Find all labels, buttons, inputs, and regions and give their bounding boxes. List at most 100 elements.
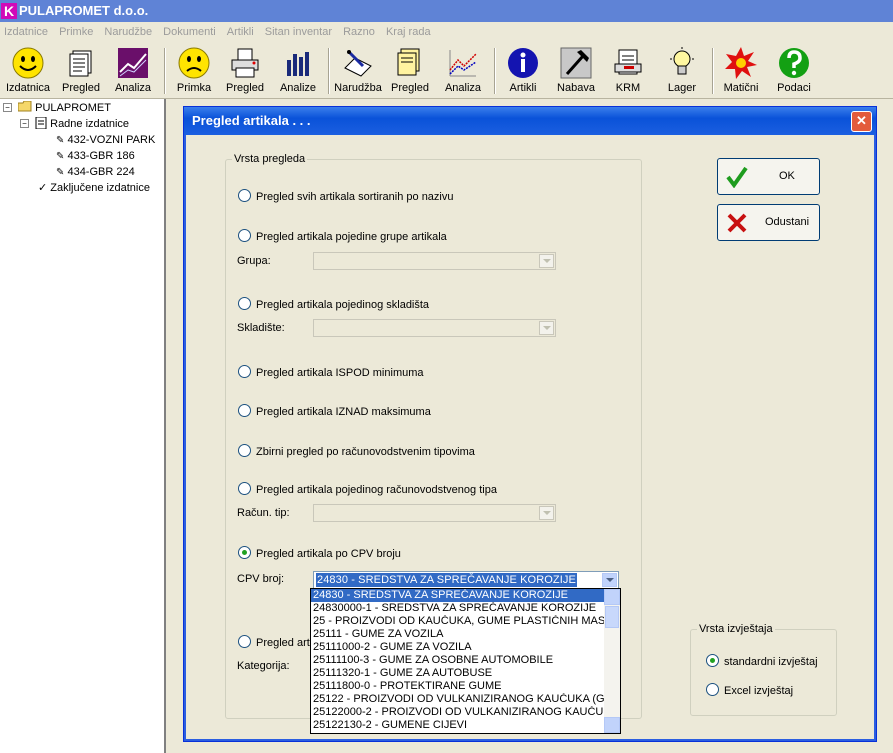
radio-icon[interactable] xyxy=(238,297,251,310)
list-item[interactable]: 25122000-2 - PROIZVODI OD VULKANIZIRANOG… xyxy=(311,706,605,719)
option-label: Pregled artik xyxy=(256,637,318,649)
primka-button[interactable]: Primka xyxy=(172,46,216,96)
nabava-button[interactable]: Nabava xyxy=(554,46,598,96)
tree-root-label: PULAPROMET xyxy=(35,102,111,114)
list-item[interactable]: 25122 - PROIZVODI OD VULKANIZIRANOG KAUČ… xyxy=(311,693,605,706)
nabava-label: Nabava xyxy=(557,82,595,94)
artikli-button[interactable]: Artikli xyxy=(502,46,544,96)
analiza-narudzba-button[interactable]: Analiza xyxy=(440,46,486,96)
narudzba-button[interactable]: Narudžba xyxy=(332,46,384,96)
toolbar-separator xyxy=(164,48,166,94)
radio-icon[interactable] xyxy=(238,635,251,648)
option-skladiste[interactable]: Pregled artikala pojedinog skladišta xyxy=(238,297,429,311)
option-kategorija[interactable]: Pregled artik xyxy=(238,635,318,649)
document-stack-icon xyxy=(69,50,92,77)
cancel-button[interactable]: Odustani xyxy=(717,204,820,241)
chevron-down-icon[interactable] xyxy=(539,254,554,268)
tree-panel: − PULAPROMET − Radne izdatnice ✎ 432-VOZ… xyxy=(0,99,166,753)
pregled-narudzba-button[interactable]: Pregled xyxy=(388,46,432,96)
option-racunovodstveni-tip[interactable]: Pregled artikala pojedinog računovodstve… xyxy=(238,482,497,496)
option-grupa-artikala[interactable]: Pregled artikala pojedine grupe artikala xyxy=(238,229,447,243)
skladiste-select[interactable] xyxy=(313,319,556,337)
option-ispod-minimuma[interactable]: Pregled artikala ISPOD minimuma xyxy=(238,365,424,379)
lager-label: Lager xyxy=(667,82,697,94)
cpv-broj-select[interactable]: 24830 - SREDSTVA ZA SPREČAVANJE KOROZIJE xyxy=(313,571,619,589)
dialog-titlebar[interactable]: Pregled artikala . . . ✕ xyxy=(184,107,876,135)
pregled-primka-button[interactable]: Pregled xyxy=(222,46,268,96)
lager-button[interactable]: Lager xyxy=(660,46,704,96)
list-item[interactable]: 25111 - GUME ZA VOZILA xyxy=(311,628,605,641)
tree-node-item[interactable]: ✎ 434-GBR 224 xyxy=(56,165,135,179)
krm-document-icon xyxy=(614,49,642,75)
radio-selected-icon[interactable] xyxy=(238,546,251,559)
checkmark-icon: ✓ xyxy=(38,182,48,194)
cpv-dropdown-list[interactable]: 24830 - SREDSTVA ZA SPREČAVANJE KOROZIJE… xyxy=(310,588,621,734)
option-label: Pregled artikala ISPOD minimuma xyxy=(256,367,424,379)
scroll-down-icon[interactable] xyxy=(604,717,620,733)
izdatnica-button[interactable]: Izdatnica xyxy=(2,46,54,96)
app-titlebar: K PULAPROMET d.o.o. xyxy=(0,0,893,22)
tree-collapse-icon[interactable]: − xyxy=(3,103,12,112)
option-label: Pregled artikala po CPV broju xyxy=(256,548,401,560)
ok-button[interactable]: OK xyxy=(717,158,820,195)
radio-icon[interactable] xyxy=(238,365,251,378)
list-item[interactable]: 25122130-2 - GUMENE CIJEVI xyxy=(311,719,605,732)
vrsta-izvjestaja-group xyxy=(690,629,837,716)
menu-kraj-rada[interactable]: Kraj rada xyxy=(386,22,431,43)
analize-button[interactable]: Analize xyxy=(276,46,320,96)
radio-icon[interactable] xyxy=(706,683,719,696)
grupa-select[interactable] xyxy=(313,252,556,270)
menu-izdatnice[interactable]: Izdatnice xyxy=(4,22,48,43)
option-zbirni-pregled[interactable]: Zbirni pregled po računovodstvenim tipov… xyxy=(238,444,475,458)
option-cpv-broj[interactable]: Pregled artikala po CPV broju xyxy=(238,546,401,560)
list-item[interactable]: 25111800-0 - PROTEKTIRANE GUME xyxy=(311,680,605,693)
menu-sitan-inventar[interactable]: Sitan inventar xyxy=(265,22,332,43)
chevron-down-icon[interactable] xyxy=(539,321,554,335)
checkmark-icon xyxy=(726,166,748,188)
toolbar: Izdatnica Pregled Analiza Primka Pregled… xyxy=(0,43,893,99)
menu-narudzbe[interactable]: Narudžbe xyxy=(104,22,152,43)
tree-node-item[interactable]: ✎ 432-VOZNI PARK xyxy=(56,133,155,147)
list-item[interactable]: 24830 - SREDSTVA ZA SPREČAVANJE KOROZIJE xyxy=(311,589,605,602)
tree-node-radne[interactable]: − Radne izdatnice xyxy=(20,116,129,131)
tree-collapse-icon[interactable]: − xyxy=(20,119,29,128)
analiza-izdatnica-button[interactable]: Analiza xyxy=(110,46,156,96)
scroll-thumb[interactable] xyxy=(605,606,619,628)
chevron-down-icon[interactable] xyxy=(602,573,617,587)
scroll-up-icon[interactable] xyxy=(604,589,620,605)
radio-icon[interactable] xyxy=(238,229,251,242)
menu-primke[interactable]: Primke xyxy=(59,22,93,43)
radio-icon[interactable] xyxy=(238,444,251,457)
option-excel-izvjestaj[interactable]: Excel izvještaj xyxy=(706,683,793,697)
option-iznad-maksimuma[interactable]: Pregled artikala IZNAD maksimuma xyxy=(238,404,431,418)
podaci-button[interactable]: Podaci xyxy=(772,46,816,96)
radio-selected-icon[interactable] xyxy=(706,654,719,667)
tree-node-root[interactable]: − PULAPROMET xyxy=(3,100,111,115)
lightbulb-icon xyxy=(670,47,694,75)
tree-node-item[interactable]: ✎ 433-GBR 186 xyxy=(56,149,135,163)
racun-tip-select[interactable] xyxy=(313,504,556,522)
radio-icon[interactable] xyxy=(238,189,251,202)
menu-razno[interactable]: Razno xyxy=(343,22,375,43)
list-item[interactable]: 25 - PROIZVODI OD KAUČUKA, GUME PLASTIČN… xyxy=(311,615,605,628)
list-scrollbar[interactable] xyxy=(604,589,620,733)
krm-button[interactable]: KRM xyxy=(606,46,650,96)
close-icon[interactable]: ✕ xyxy=(851,111,872,132)
option-standardni-izvjestaj[interactable]: standardni izvještaj xyxy=(706,654,818,668)
menu-artikli[interactable]: Artikli xyxy=(227,22,254,43)
list-item[interactable]: 25111320-1 - GUME ZA AUTOBUSE xyxy=(311,667,605,680)
tree-item-label: 434-GBR 224 xyxy=(67,166,135,178)
menu-dokumenti[interactable]: Dokumenti xyxy=(163,22,216,43)
list-item[interactable]: 25111000-2 - GUME ZA VOZILA xyxy=(311,641,605,654)
radio-icon[interactable] xyxy=(238,482,251,495)
kategorija-label: Kategorija: xyxy=(237,660,290,672)
pregled-izdatnica-button[interactable]: Pregled xyxy=(58,46,104,96)
list-item[interactable]: 24830000-1 - SREDSTVA ZA SPREČAVANJE KOR… xyxy=(311,602,605,615)
list-item[interactable]: 25111100-3 - GUME ZA OSOBNE AUTOMOBILE xyxy=(311,654,605,667)
tree-node-zakljucene[interactable]: ✓ Zaključene izdatnice xyxy=(38,181,150,195)
radio-icon[interactable] xyxy=(238,404,251,417)
option-svi-artikli[interactable]: Pregled svih artikala sortiranih po nazi… xyxy=(238,189,454,203)
chevron-down-icon[interactable] xyxy=(539,506,554,520)
maticni-button[interactable]: Matični xyxy=(718,46,764,96)
slip-icon: ✎ xyxy=(56,151,65,162)
